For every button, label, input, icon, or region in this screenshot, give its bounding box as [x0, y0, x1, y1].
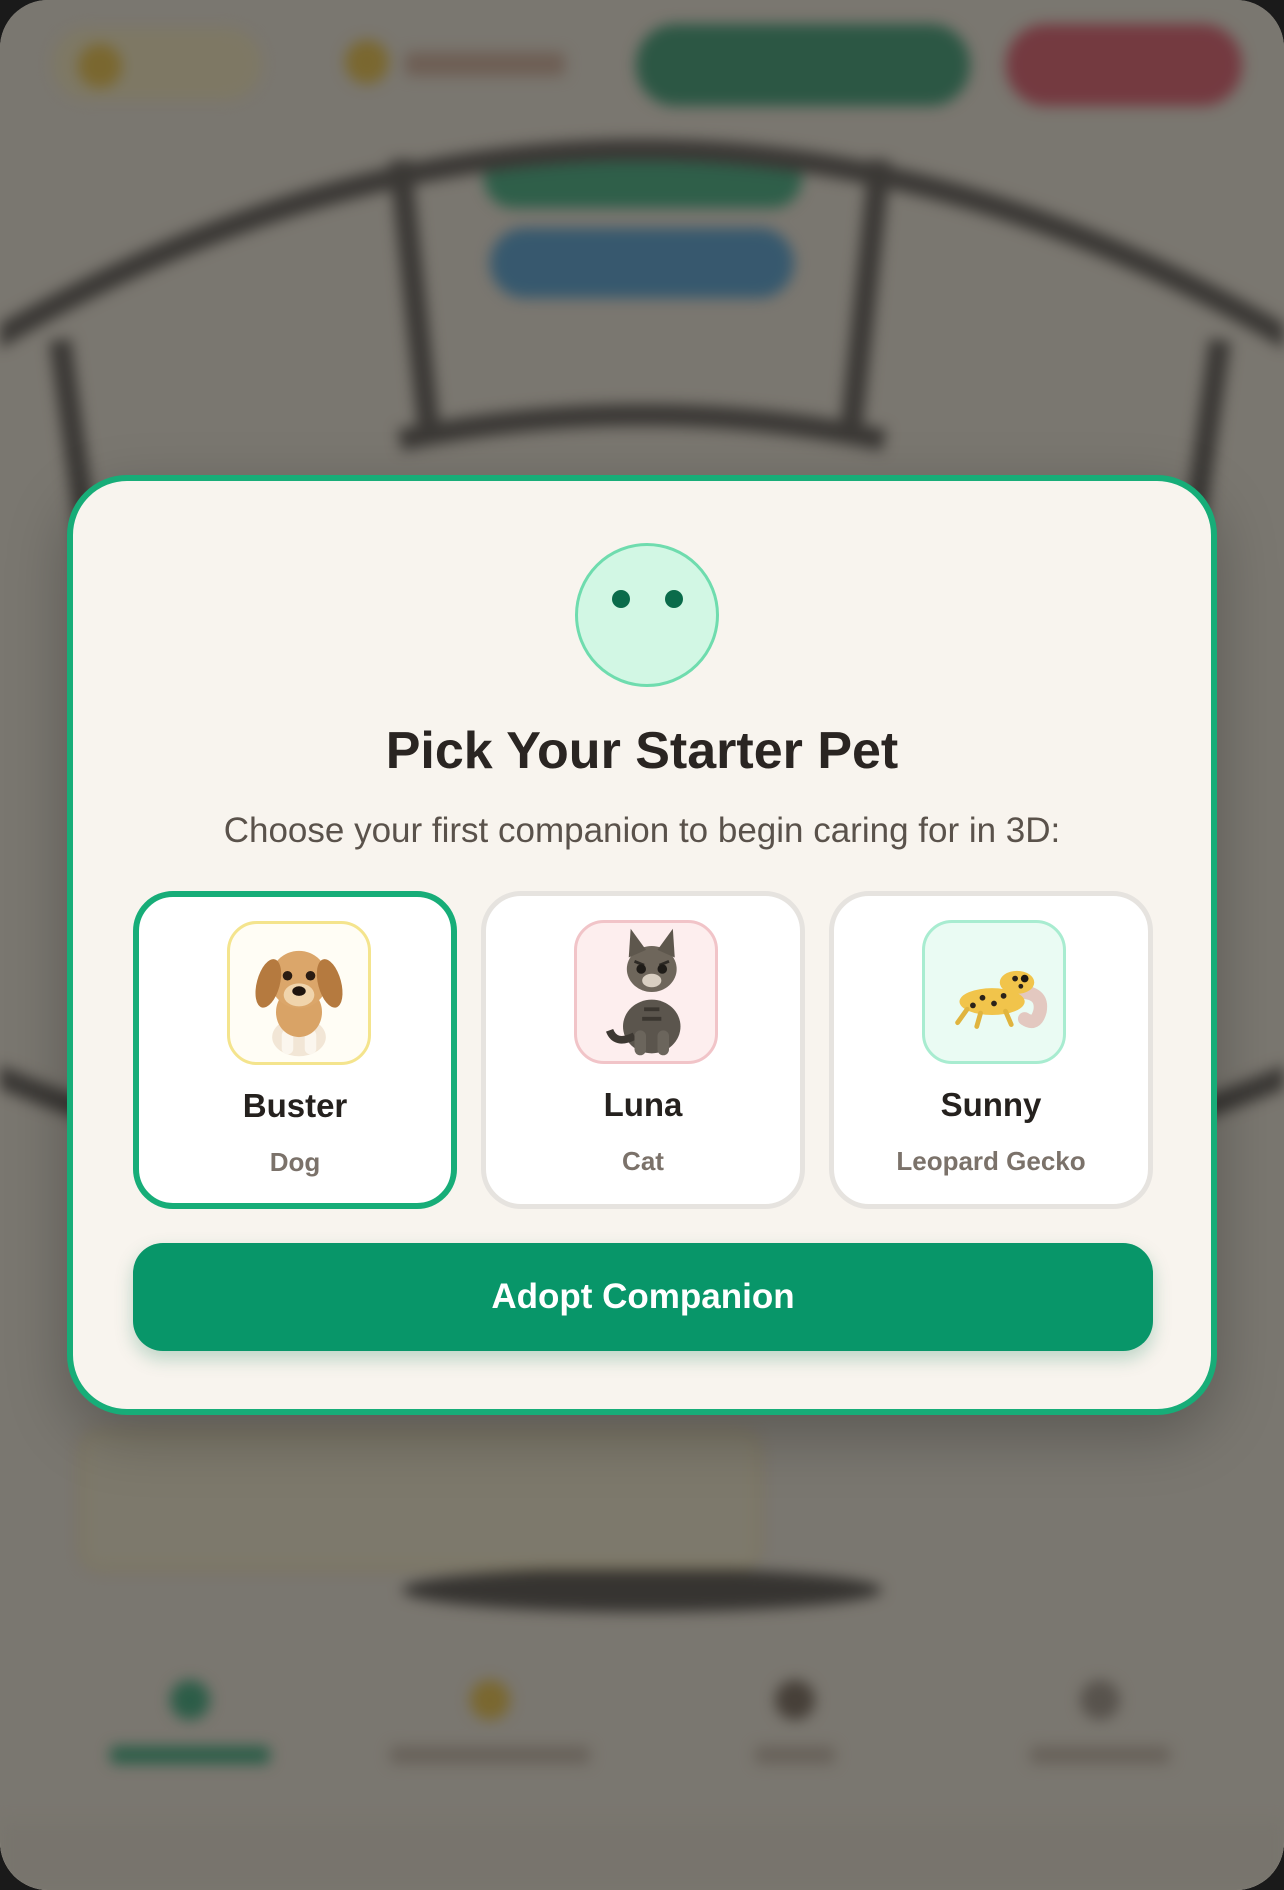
- starter-pet-dialog: Pick Your Starter Pet Choose your first …: [67, 475, 1217, 1415]
- smiley-face-icon: [575, 543, 719, 687]
- pet-options: Buster Dog Luna Cat Sunny Leopard Gecko: [133, 891, 1153, 1211]
- dialog-subtitle: Choose your first companion to begin car…: [223, 811, 1061, 850]
- gecko-icon: [922, 920, 1066, 1064]
- gecko-photo: [955, 970, 1048, 1029]
- pet-type: Cat: [622, 1146, 664, 1176]
- pet-card-sunny[interactable]: Sunny Leopard Gecko: [829, 891, 1153, 1209]
- dog-photo: [255, 950, 343, 1057]
- pet-name: Luna: [603, 1086, 683, 1123]
- pet-type: Leopard Gecko: [896, 1146, 1086, 1176]
- adopt-companion-button[interactable]: Adopt Companion: [133, 1243, 1153, 1351]
- pet-name: Sunny: [940, 1086, 1042, 1123]
- app-screen: Pick Your Starter Pet Choose your first …: [0, 0, 1284, 1890]
- cat-icon: [574, 920, 718, 1064]
- left-eye: [612, 590, 630, 608]
- pet-name: Buster: [242, 1087, 348, 1124]
- right-eye: [665, 590, 683, 608]
- dialog-title: Pick Your Starter Pet: [385, 722, 899, 780]
- dog-icon: [227, 921, 371, 1065]
- pet-type: Dog: [269, 1147, 321, 1177]
- pet-card-buster[interactable]: Buster Dog: [133, 891, 457, 1209]
- cat-photo: [605, 928, 681, 1056]
- pet-card-luna[interactable]: Luna Cat: [481, 891, 805, 1209]
